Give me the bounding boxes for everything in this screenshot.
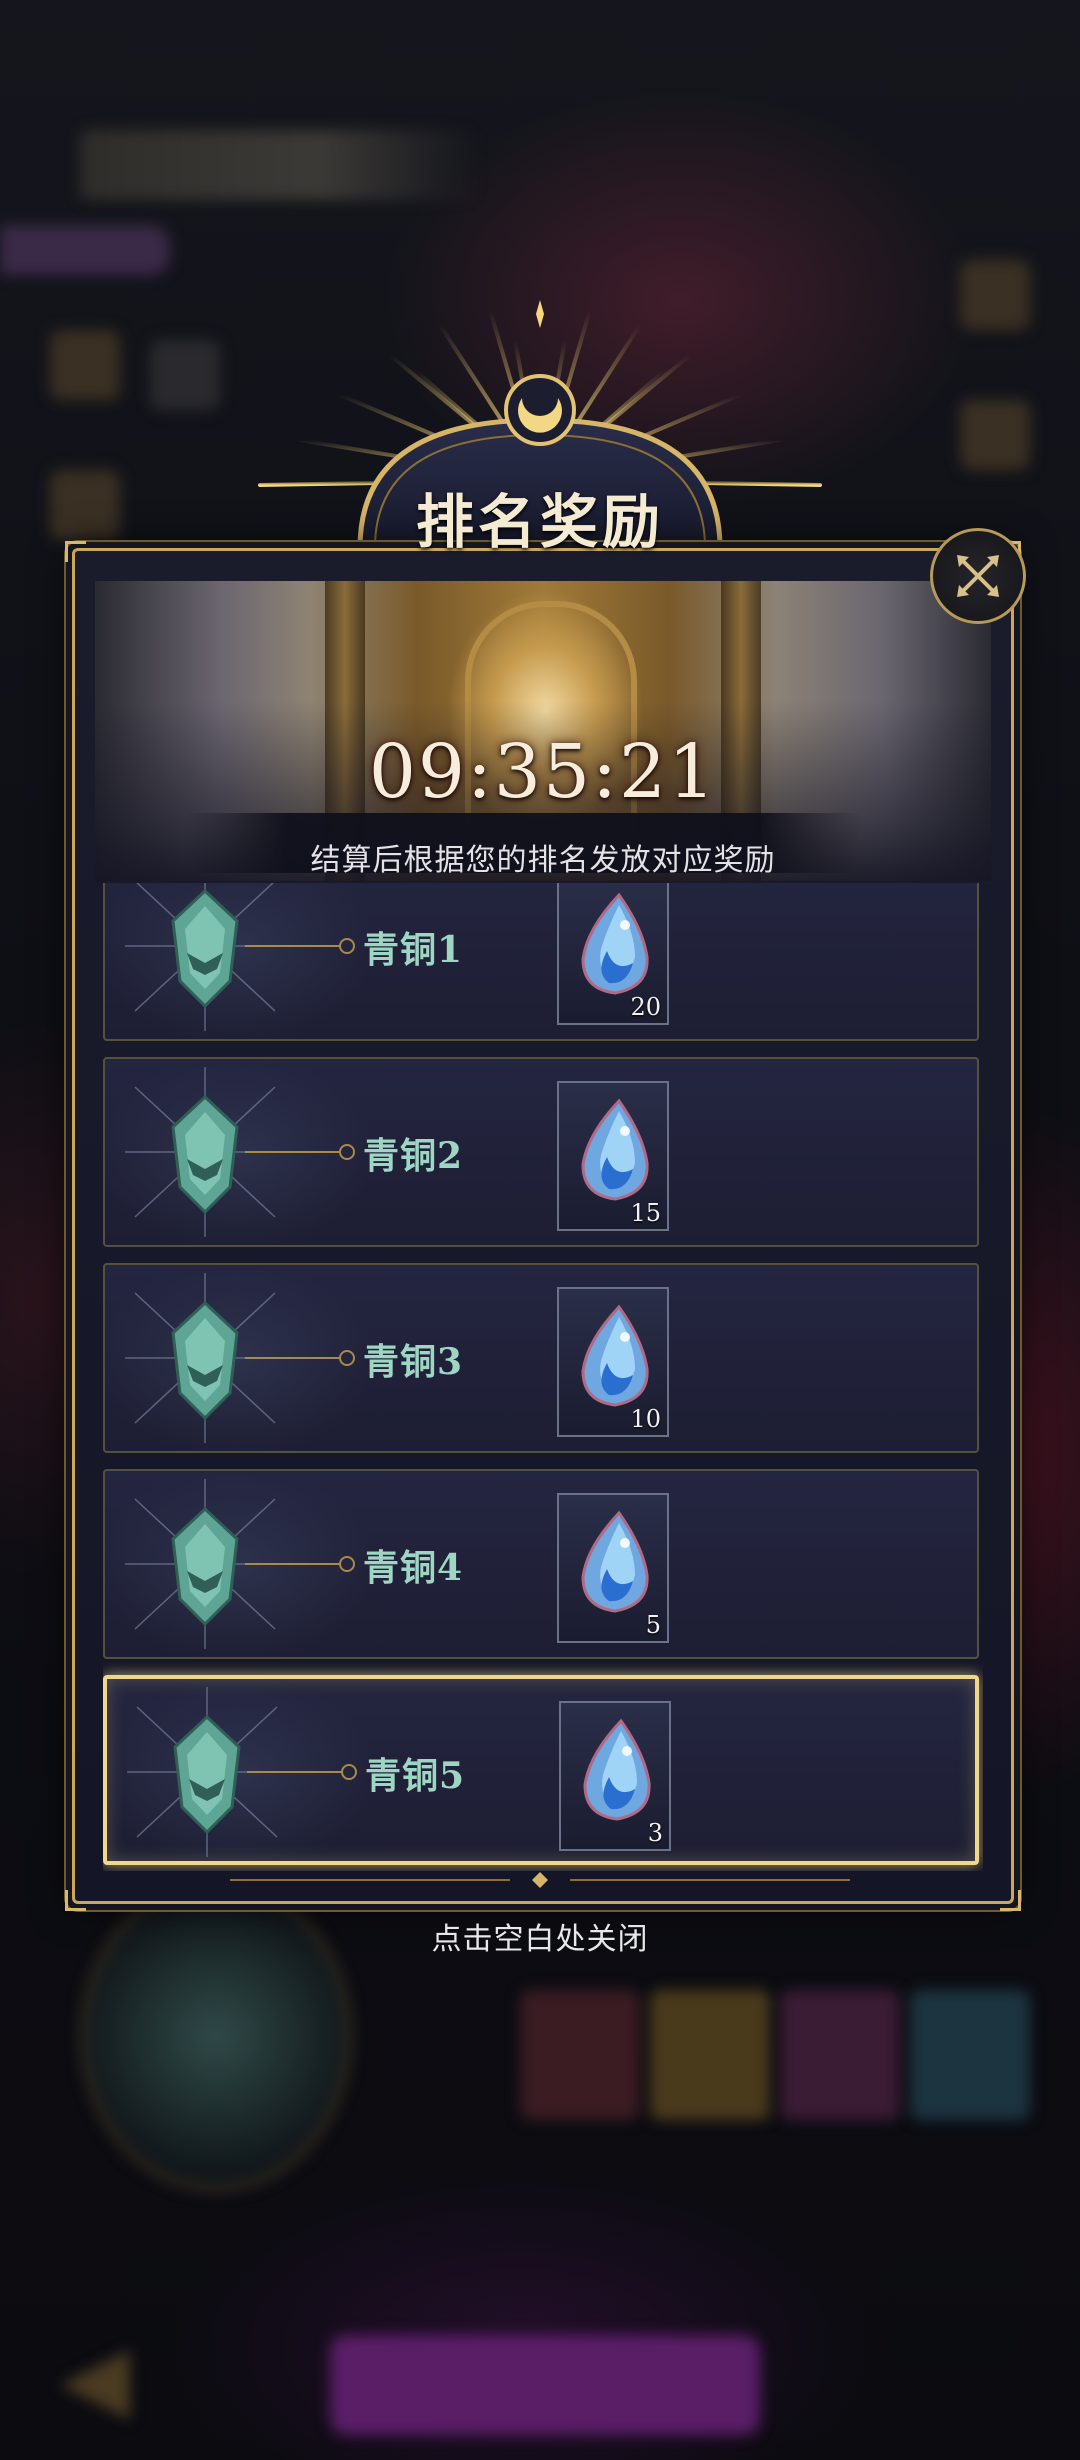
- close-button[interactable]: [930, 528, 1026, 624]
- reward-item-slot[interactable]: 3: [559, 1701, 671, 1851]
- reward-count: 20: [630, 993, 661, 1021]
- settlement-note: 结算后根据您的排名发放对应奖励: [310, 843, 776, 878]
- reward-item-slot[interactable]: 15: [557, 1081, 669, 1231]
- reward-count: 5: [645, 1611, 661, 1639]
- close-cross-icon: [957, 555, 999, 597]
- blue-gem-icon: [581, 1098, 649, 1201]
- background-tile-blur: [520, 1990, 640, 2120]
- background-icon-blur: [960, 260, 1030, 330]
- bronze-rank-emblem-icon: [127, 1687, 357, 1857]
- background-back-arrow-blur: [60, 2350, 130, 2420]
- reward-row[interactable]: 青铜1 20: [103, 883, 979, 1041]
- reward-count: 3: [647, 1819, 663, 1847]
- frame-corner-ornament: [65, 541, 86, 562]
- ranking-reward-dialog: 09:35:21 结算后根据您的排名发放对应奖励 青铜1 20 青铜2 15 青…: [65, 541, 1021, 1911]
- background-button-blur: [330, 2335, 760, 2435]
- reward-item-slot[interactable]: 10: [557, 1287, 669, 1437]
- reward-row[interactable]: 青铜4 5: [103, 1469, 979, 1659]
- reward-row[interactable]: 青铜3 10: [103, 1263, 979, 1453]
- dialog-title: 排名奖励: [415, 488, 664, 556]
- blue-gem-icon: [583, 1718, 651, 1821]
- frame-corner-ornament: [1000, 1890, 1021, 1911]
- rank-label: 青铜4: [363, 1547, 464, 1589]
- reward-item-slot[interactable]: 5: [557, 1493, 669, 1643]
- bottom-ornament: [230, 1872, 850, 1888]
- rank-label: 青铜5: [365, 1755, 466, 1797]
- blue-gem-icon: [581, 892, 649, 995]
- countdown-timer: 09:35:21: [368, 729, 718, 815]
- background-icon-blur: [960, 400, 1030, 470]
- reward-row-current[interactable]: 青铜5 3: [103, 1675, 979, 1865]
- blue-gem-icon: [581, 1510, 649, 1613]
- reward-list[interactable]: 青铜1 20 青铜2 15 青铜3 10 青铜4 5 青铜5 3: [103, 883, 983, 1871]
- reward-count: 15: [630, 1199, 661, 1227]
- frame-corner-ornament: [65, 1890, 86, 1911]
- rank-label: 青铜2: [363, 1135, 464, 1177]
- background-icon-blur: [50, 470, 120, 540]
- reward-item-slot[interactable]: 20: [557, 883, 669, 1025]
- background-tab-blur: [0, 225, 170, 275]
- blue-gem-icon: [581, 1304, 649, 1407]
- background-tile-blur: [910, 1990, 1030, 2120]
- reward-row[interactable]: 青铜2 15: [103, 1057, 979, 1247]
- game-screen[interactable]: 09:35:21 结算后根据您的排名发放对应奖励 青铜1 20 青铜2 15 青…: [0, 0, 1080, 2460]
- bronze-rank-emblem-icon: [125, 1273, 355, 1443]
- background-title-blur: [80, 130, 480, 200]
- background-tile-blur: [650, 1990, 770, 2120]
- bronze-rank-emblem-icon: [125, 1479, 355, 1649]
- rank-label: 青铜1: [363, 929, 464, 971]
- background-tile-blur: [780, 1990, 900, 2120]
- rank-label: 青铜3: [363, 1341, 464, 1383]
- reward-count: 10: [630, 1405, 661, 1433]
- tap-to-close-hint[interactable]: 点击空白处关闭: [0, 1914, 1080, 1958]
- bronze-rank-emblem-icon: [125, 883, 355, 1031]
- bronze-rank-emblem-icon: [125, 1067, 355, 1237]
- background-icon-blur: [50, 330, 120, 400]
